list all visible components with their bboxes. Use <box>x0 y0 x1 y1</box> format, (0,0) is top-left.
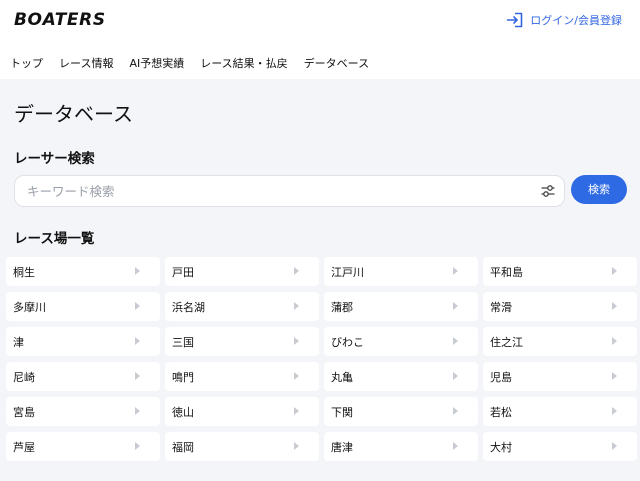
triangle-right-icon <box>294 267 299 275</box>
venue-item[interactable]: 戸田 <box>165 257 319 286</box>
venue-item[interactable]: 三国 <box>165 327 319 356</box>
venue-item[interactable]: 丸亀 <box>324 362 478 391</box>
venue-name: 芦屋 <box>13 440 35 454</box>
venue-name: 若松 <box>490 405 512 419</box>
nav-item-database[interactable]: データベース <box>304 55 369 71</box>
venue-item[interactable]: 蒲郡 <box>324 292 478 321</box>
venue-item[interactable]: 児島 <box>483 362 637 391</box>
venue-item[interactable]: 唐津 <box>324 432 478 461</box>
triangle-right-icon <box>453 442 458 450</box>
triangle-right-icon <box>294 372 299 380</box>
venue-name: 戸田 <box>172 265 194 279</box>
triangle-right-icon <box>135 407 140 415</box>
venue-item[interactable]: 多摩川 <box>6 292 160 321</box>
venue-name: 徳山 <box>172 405 194 419</box>
login-register-link[interactable]: ログイン/会員登録 <box>506 12 622 28</box>
venue-name: 桐生 <box>13 265 35 279</box>
triangle-right-icon <box>135 372 140 380</box>
triangle-right-icon <box>135 302 140 310</box>
venue-item[interactable]: 鳴門 <box>165 362 319 391</box>
triangle-right-icon <box>453 337 458 345</box>
venue-name: 多摩川 <box>13 300 46 314</box>
venue-item[interactable]: びわこ <box>324 327 478 356</box>
nav-item-race-results[interactable]: レース結果・払戻 <box>200 55 287 71</box>
site-logo[interactable]: BOATERS <box>14 10 106 30</box>
venue-item[interactable]: 常滑 <box>483 292 637 321</box>
venue-name: 江戸川 <box>331 265 364 279</box>
triangle-right-icon <box>135 337 140 345</box>
filter-sliders-icon[interactable] <box>540 183 556 199</box>
venue-item[interactable]: 福岡 <box>165 432 319 461</box>
triangle-right-icon <box>453 372 458 380</box>
venue-name: 尼崎 <box>13 370 35 384</box>
venue-item[interactable]: 平和島 <box>483 257 637 286</box>
venue-name: 宮島 <box>13 405 35 419</box>
venue-name: 福岡 <box>172 440 194 454</box>
main-nav: トップ レース情報 AI予想実績 レース結果・払戻 データベース <box>0 55 375 71</box>
venue-name: 津 <box>13 335 24 349</box>
venue-name: 大村 <box>490 440 512 454</box>
venue-item[interactable]: 桐生 <box>6 257 160 286</box>
page-title: データベース <box>14 102 133 126</box>
triangle-right-icon <box>612 442 617 450</box>
nav-item-top[interactable]: トップ <box>10 55 43 71</box>
search-input[interactable] <box>27 176 527 206</box>
login-register-label: ログイン/会員登録 <box>530 14 622 27</box>
venue-item[interactable]: 下関 <box>324 397 478 426</box>
site-header: BOATERS ログイン/会員登録 トップ レース情報 AI予想実績 レース結果… <box>0 0 640 79</box>
venue-item[interactable]: 津 <box>6 327 160 356</box>
venue-item[interactable]: 尼崎 <box>6 362 160 391</box>
racer-search-heading: レーサー検索 <box>14 151 95 167</box>
venue-item[interactable]: 住之江 <box>483 327 637 356</box>
triangle-right-icon <box>453 267 458 275</box>
triangle-right-icon <box>612 302 617 310</box>
venue-item[interactable]: 徳山 <box>165 397 319 426</box>
venue-name: びわこ <box>331 335 364 349</box>
venue-name: 児島 <box>490 370 512 384</box>
venue-name: 浜名湖 <box>172 300 205 314</box>
venue-item[interactable]: 大村 <box>483 432 637 461</box>
venue-item[interactable]: 若松 <box>483 397 637 426</box>
venue-item[interactable]: 浜名湖 <box>165 292 319 321</box>
venue-name: 三国 <box>172 335 194 349</box>
venue-name: 住之江 <box>490 335 523 349</box>
venue-name: 蒲郡 <box>331 300 353 314</box>
search-button[interactable]: 検索 <box>571 175 627 204</box>
login-icon <box>506 12 524 28</box>
venue-name: 常滑 <box>490 300 512 314</box>
triangle-right-icon <box>135 267 140 275</box>
venue-item[interactable]: 江戸川 <box>324 257 478 286</box>
venue-name: 平和島 <box>490 265 523 279</box>
triangle-right-icon <box>294 302 299 310</box>
triangle-right-icon <box>612 372 617 380</box>
triangle-right-icon <box>294 407 299 415</box>
search-box <box>14 175 565 207</box>
triangle-right-icon <box>453 302 458 310</box>
triangle-right-icon <box>612 267 617 275</box>
triangle-right-icon <box>453 407 458 415</box>
venue-name: 下関 <box>331 405 353 419</box>
venue-name: 鳴門 <box>172 370 194 384</box>
venue-item[interactable]: 芦屋 <box>6 432 160 461</box>
triangle-right-icon <box>294 442 299 450</box>
nav-item-ai-results[interactable]: AI予想実績 <box>129 55 184 71</box>
nav-item-race-info[interactable]: レース情報 <box>59 55 113 71</box>
triangle-right-icon <box>135 442 140 450</box>
triangle-right-icon <box>294 337 299 345</box>
venue-list-heading: レース場一覧 <box>14 231 95 247</box>
triangle-right-icon <box>612 407 617 415</box>
venue-name: 丸亀 <box>331 370 353 384</box>
venue-item[interactable]: 宮島 <box>6 397 160 426</box>
venue-name: 唐津 <box>331 440 353 454</box>
venue-grid: 桐生 戸田 江戸川 平和島 多摩川 浜名湖 蒲郡 常滑 津 三国 びわこ 住之江… <box>6 257 637 461</box>
triangle-right-icon <box>612 337 617 345</box>
